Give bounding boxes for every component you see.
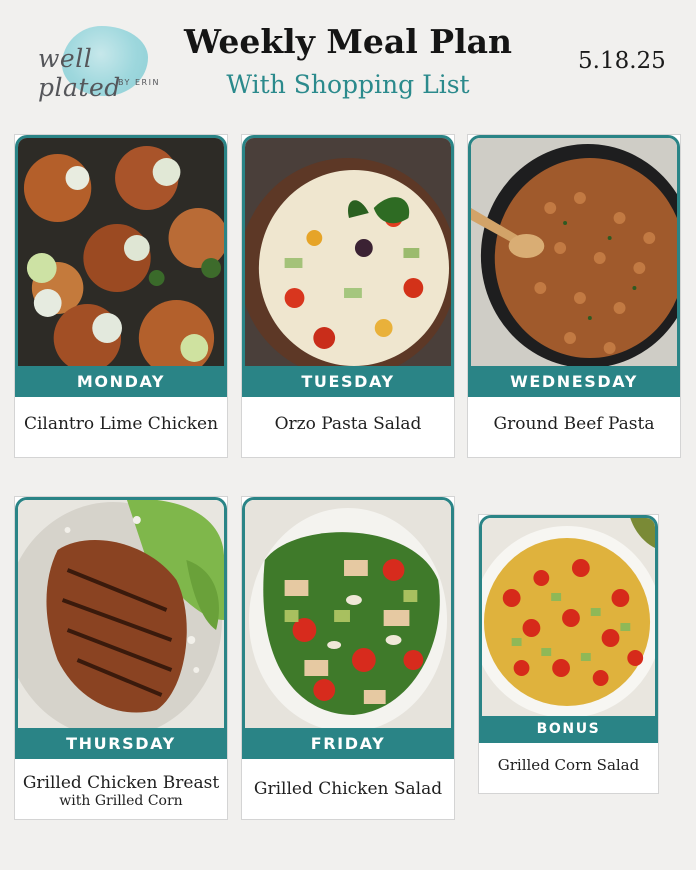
meal-card-tuesday[interactable]: TUESDAY Orzo Pasta Salad — [241, 134, 455, 458]
meal-card-bonus[interactable]: BONUS Grilled Corn Salad — [478, 514, 659, 794]
meal-name: Ground Beef Pasta — [468, 414, 680, 434]
meal-card-thursday[interactable]: THURSDAY Grilled Chicken Breast with Gri… — [14, 496, 228, 820]
meal-name: Cilantro Lime Chicken — [15, 414, 227, 434]
day-label: THURSDAY — [15, 728, 227, 759]
meal-subtitle: with Grilled Corn — [59, 793, 183, 809]
meal-card-monday[interactable]: MONDAY Cilantro Lime Chicken — [14, 134, 228, 458]
meal-photo[interactable] — [242, 135, 454, 366]
page-subtitle: With Shopping List — [226, 70, 470, 99]
meal-photo[interactable] — [468, 135, 680, 366]
meal-title: Ground Beef Pasta — [493, 414, 655, 434]
day-label: BONUS — [479, 716, 658, 743]
meal-photo[interactable] — [15, 497, 227, 728]
meal-photo[interactable] — [15, 135, 227, 366]
meal-title: Grilled Chicken Breast — [22, 773, 220, 793]
meal-name: Grilled Chicken Breast with Grilled Corn — [15, 773, 227, 810]
day-label: FRIDAY — [242, 728, 454, 759]
meal-card-friday[interactable]: FRIDAY Grilled Chicken Salad — [241, 496, 455, 820]
day-label: WEDNESDAY — [468, 366, 680, 397]
meal-photo[interactable] — [242, 497, 454, 728]
meal-name: Grilled Chicken Salad — [242, 779, 454, 799]
meal-card-wednesday[interactable]: WEDNESDAY Ground Beef Pasta — [467, 134, 681, 458]
plan-date: 5.18.25 — [578, 48, 666, 74]
meal-title: Cilantro Lime Chicken — [23, 414, 219, 434]
meal-name: Orzo Pasta Salad — [242, 414, 454, 434]
meal-name: Grilled Corn Salad — [479, 757, 658, 774]
day-label: TUESDAY — [242, 366, 454, 397]
meal-title: Grilled Chicken Salad — [253, 779, 443, 799]
meal-title: Orzo Pasta Salad — [274, 414, 422, 434]
meal-photo[interactable] — [479, 515, 658, 716]
day-label: MONDAY — [15, 366, 227, 397]
meal-title: Grilled Corn Salad — [497, 756, 640, 774]
